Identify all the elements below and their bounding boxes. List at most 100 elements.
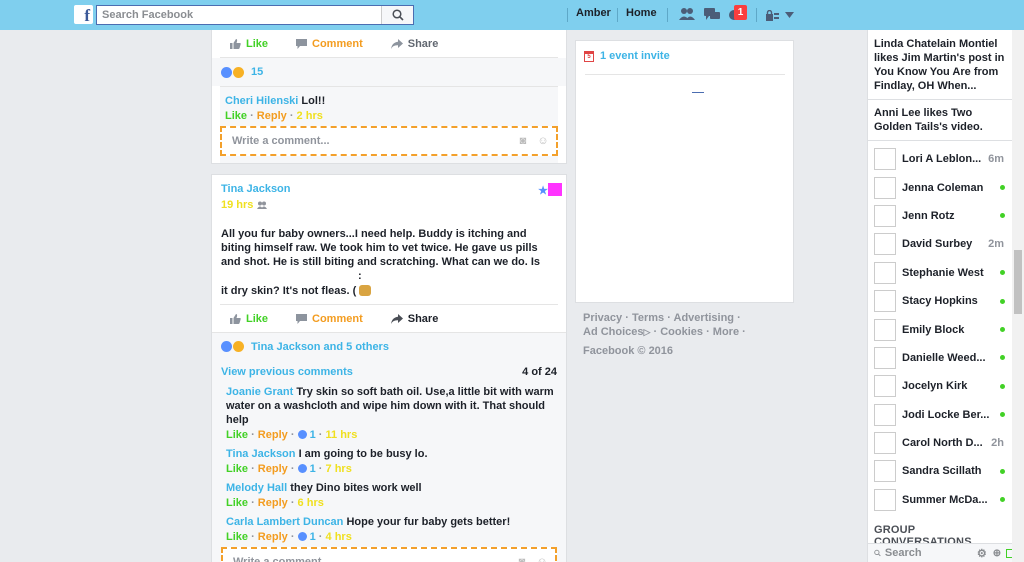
footer-links: Privacy · Terms · Advertising · Ad Choic… xyxy=(583,312,746,338)
write-comment-input[interactable] xyxy=(233,556,515,562)
comment-like-link[interactable]: Like xyxy=(226,531,248,543)
view-previous-comments-link[interactable]: View previous comments xyxy=(221,366,353,378)
comment-reply-link[interactable]: Reply xyxy=(258,429,288,441)
comment-reply-link[interactable]: Reply xyxy=(258,497,288,509)
contact-item[interactable]: Jocelyn Kirk xyxy=(868,372,1012,400)
contact-item[interactable]: Stephanie West xyxy=(868,259,1012,287)
emoji-icon[interactable]: ☺ xyxy=(536,135,550,147)
comment-reply-link[interactable]: Reply xyxy=(258,463,288,475)
post-actions: Like Comment Share xyxy=(220,30,558,58)
online-status-icon xyxy=(1000,383,1005,389)
comment-button[interactable]: Comment xyxy=(296,38,363,50)
nav-separator xyxy=(567,8,568,22)
post-text-line: biting himself raw. We took him to vet t… xyxy=(221,242,538,254)
comment-item: Joanie Grant Try skin so soft bath oil. … xyxy=(221,381,557,443)
contact-item[interactable]: David Surbey 2m xyxy=(868,230,1012,258)
star-icon[interactable]: ★ xyxy=(538,184,548,197)
comment-like-link[interactable]: Like xyxy=(226,463,248,475)
search-button[interactable] xyxy=(381,6,413,24)
search-input[interactable] xyxy=(97,6,381,24)
comment-reply-link[interactable]: Reply xyxy=(258,531,288,543)
contact-item[interactable]: Summer McDa... xyxy=(868,486,1012,514)
contact-item[interactable]: Stacy Hopkins xyxy=(868,287,1012,315)
messages-icon[interactable] xyxy=(703,7,721,22)
reactions-summary[interactable]: 15 xyxy=(212,58,566,86)
contact-item[interactable]: Emily Block xyxy=(868,315,1012,343)
page-scrollbar[interactable] xyxy=(1012,30,1024,562)
avatar xyxy=(874,460,896,483)
account-menu-chevron-icon[interactable] xyxy=(785,12,794,18)
advertising-link[interactable]: Advertising xyxy=(674,312,735,324)
contact-item[interactable]: Carol North D... 2h xyxy=(868,429,1012,457)
reactions-summary[interactable]: Tina Jackson and 5 others xyxy=(212,332,566,360)
home-link[interactable]: Home xyxy=(626,7,657,19)
comment-author[interactable]: Joanie Grant xyxy=(226,386,293,398)
post-author[interactable]: Tina Jackson xyxy=(221,183,557,195)
comment-author[interactable]: Cheri Hilenski xyxy=(225,95,298,107)
thumbs-up-icon xyxy=(230,38,241,49)
comment-item: Cheri Hilenski Lol!! Like · Reply · 2 hr… xyxy=(220,87,558,124)
post-text-line: All you fur baby owners...I need help. B… xyxy=(221,228,527,240)
comment-timestamp[interactable]: 6 hrs xyxy=(298,497,324,509)
like-button[interactable]: Like xyxy=(230,313,268,325)
contact-item[interactable]: Danielle Weed... xyxy=(868,344,1012,372)
comment-like-link[interactable]: Like xyxy=(226,497,248,509)
comment-author[interactable]: Tina Jackson xyxy=(226,448,296,460)
privacy-link[interactable]: Privacy xyxy=(583,312,622,324)
comment-button[interactable]: Comment xyxy=(296,313,363,325)
camera-icon[interactable]: ◙ xyxy=(516,135,530,147)
new-group-icon[interactable]: ⊕ xyxy=(993,548,1001,559)
share-button[interactable]: Share xyxy=(390,38,438,50)
comment-author[interactable]: Carla Lambert Duncan xyxy=(226,516,343,528)
share-arrow-icon xyxy=(390,38,403,49)
ticker-story[interactable]: Linda Chatelain Montiel likes Jim Martin… xyxy=(868,37,1012,93)
share-button[interactable]: Share xyxy=(390,312,439,325)
chat-settings-icon[interactable]: ⚙ xyxy=(977,547,987,560)
ticker-story[interactable]: Anni Lee likes Two Golden Tails's video. xyxy=(868,106,1012,134)
comment-timestamp[interactable]: 11 hrs xyxy=(326,429,358,441)
online-status-icon xyxy=(1000,468,1005,474)
write-comment-input[interactable] xyxy=(232,135,516,147)
comment-like-link[interactable]: Like xyxy=(226,429,248,441)
comments-section: Joanie Grant Try skin so soft bath oil. … xyxy=(212,381,566,562)
profile-link[interactable]: Amber xyxy=(576,7,611,19)
post-options-button[interactable] xyxy=(548,183,562,196)
contact-item[interactable]: Jenna Coleman xyxy=(868,173,1012,201)
scrollbar-thumb[interactable] xyxy=(1014,250,1022,314)
reactions-text: Tina Jackson and 5 others xyxy=(251,340,389,353)
cookies-link[interactable]: Cookies xyxy=(660,326,703,338)
privacy-shortcuts-icon[interactable] xyxy=(766,10,780,21)
ad-choices-link[interactable]: Ad Choices xyxy=(583,326,644,338)
comment-like-count-icon xyxy=(297,532,307,541)
avatar xyxy=(874,488,896,511)
notification-badge[interactable]: 1 xyxy=(734,5,747,20)
contact-item[interactable]: Jodi Locke Ber... xyxy=(868,401,1012,429)
contact-item[interactable]: Sandra Scillath xyxy=(868,457,1012,485)
chat-search-input[interactable] xyxy=(880,547,971,559)
comment-timestamp[interactable]: 4 hrs xyxy=(326,531,352,543)
like-button[interactable]: Like xyxy=(230,38,268,50)
news-feed: Like Comment Share 15 Cheri Hilenski Lol… xyxy=(211,30,567,562)
comment-like-link[interactable]: Like xyxy=(225,110,247,122)
share-label: Share xyxy=(407,312,439,325)
comment-author[interactable]: Melody Hall xyxy=(226,482,287,494)
contact-item[interactable]: Jenn Rotz xyxy=(868,202,1012,230)
event-invite-link[interactable]: 5 1 event invite xyxy=(584,50,670,62)
facebook-logo[interactable]: f xyxy=(74,5,93,25)
comment-meta: Like · Reply · 2 hrs xyxy=(225,110,323,122)
comment-timestamp[interactable]: 7 hrs xyxy=(326,463,352,475)
camera-icon[interactable]: ◙ xyxy=(515,556,529,562)
contact-item[interactable]: Lori A Leblon... 6m xyxy=(868,145,1012,173)
post-text-line: it dry skin? It's not fleas. ( xyxy=(221,285,357,297)
comment-timestamp[interactable]: 2 hrs xyxy=(297,110,323,122)
more-link[interactable]: More xyxy=(713,326,739,338)
comment-meta: Like · Reply · 1 · 7 hrs xyxy=(226,463,352,475)
like-label: Like xyxy=(246,312,269,325)
terms-link[interactable]: Terms xyxy=(632,312,664,324)
divider xyxy=(585,74,785,75)
emoji-icon[interactable]: ☺ xyxy=(535,556,549,562)
friend-requests-icon[interactable] xyxy=(678,7,696,21)
comment-reply-link[interactable]: Reply xyxy=(257,110,287,122)
post-timestamp[interactable]: 19 hrs xyxy=(221,199,253,211)
post-timestamp-row: 19 hrs xyxy=(221,199,557,211)
